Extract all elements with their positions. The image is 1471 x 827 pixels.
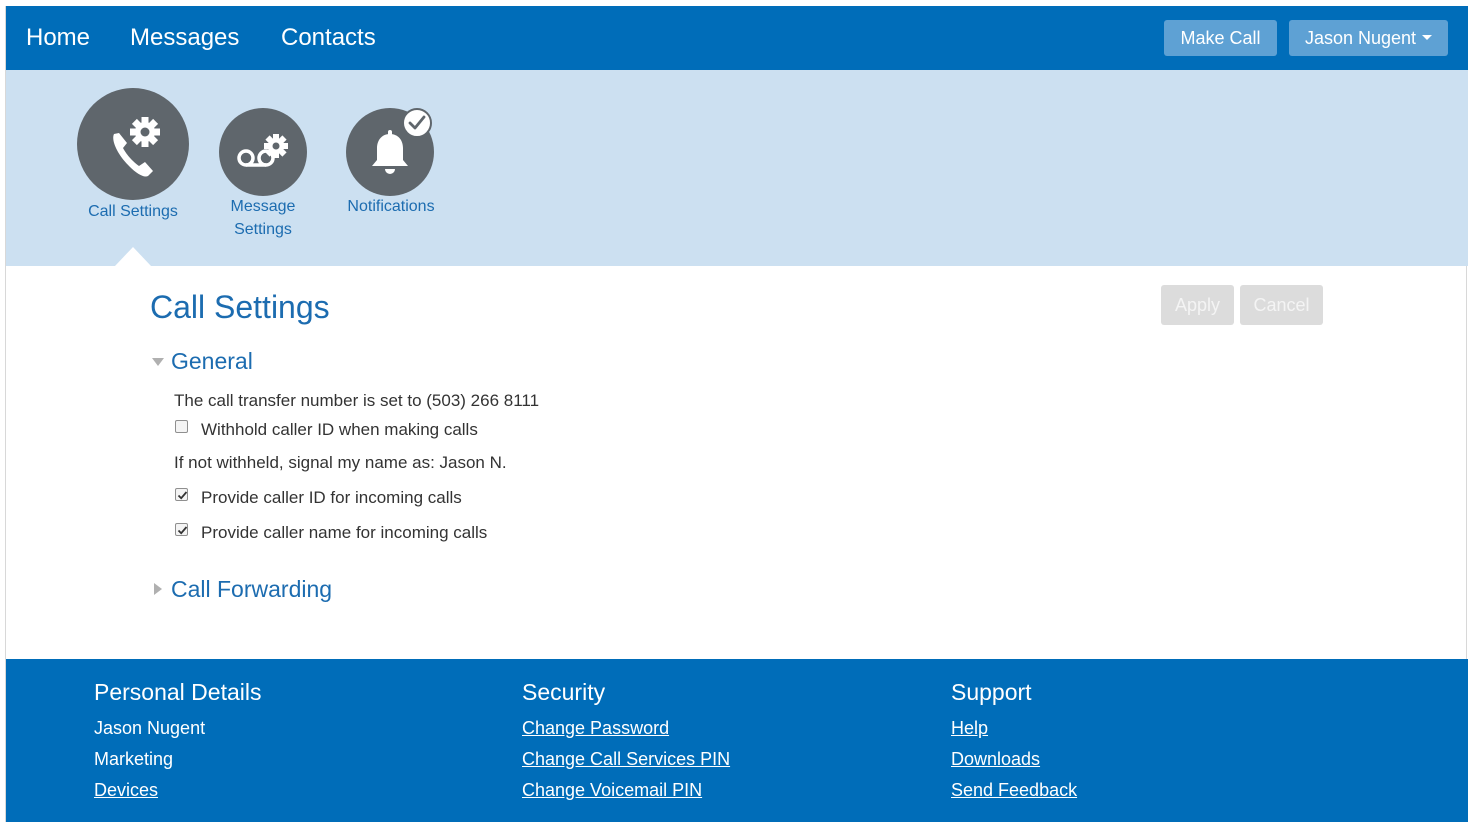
provide-caller-name-label: Provide caller name for incoming calls [201,523,488,542]
footer-send-feedback-link[interactable]: Send Feedback [951,780,1077,801]
signal-name-text: If not withheld, signal my name as: Jaso… [174,453,507,472]
call-settings-label[interactable]: Call Settings [82,200,184,223]
make-call-button[interactable]: Make Call [1164,20,1277,56]
message-settings-label-line2: Settings [234,221,292,238]
footer-department: Marketing [94,749,174,769]
make-call-label: Make Call [1180,28,1261,48]
user-menu-label: Jason Nugent [1304,28,1417,48]
footer-change-voicemail-pin-link[interactable]: Change Voicemail PIN [522,780,702,801]
checkmark-icon [177,526,188,535]
nav-home[interactable]: Home [26,24,90,52]
footer-downloads-link[interactable]: Downloads [951,749,1040,770]
nav-contacts[interactable]: Contacts [281,24,376,52]
footer: Personal Details Jason Nugent Marketing … [6,659,1468,822]
phone-gear-icon [113,117,160,177]
message-settings-tile[interactable] [219,108,307,196]
footer-support-heading: Support [951,679,1032,705]
transfer-number-text: The call transfer number is set to (503)… [174,391,540,410]
call-settings-tile[interactable] [77,88,189,200]
checkmark-icon [408,115,426,130]
footer-change-password-link[interactable]: Change Password [522,718,669,739]
page-title: Call Settings [150,289,330,325]
nav-messages[interactable]: Messages [130,24,239,52]
footer-security-heading: Security [522,679,606,705]
footer-devices-link[interactable]: Devices [94,780,158,801]
cancel-button[interactable]: Cancel [1240,285,1323,325]
call-forwarding-section-header[interactable]: Call Forwarding [171,576,332,603]
message-settings-label[interactable]: Message Settings [213,195,313,241]
footer-user-name: Jason Nugent [94,718,206,738]
apply-button[interactable]: Apply [1161,285,1234,325]
notifications-label[interactable]: Notifications [340,195,442,218]
voicemail-gear-icon [237,134,288,167]
general-section-header[interactable]: General [171,348,253,375]
collapsed-caret-icon[interactable] [154,583,162,595]
user-menu-button[interactable]: Jason Nugent [1289,20,1448,56]
caret-down-icon [1422,35,1433,41]
message-settings-label-line1: Message [230,198,296,215]
withhold-caller-id-label: Withhold caller ID when making calls [201,420,478,439]
footer-change-call-pin-link[interactable]: Change Call Services PIN [522,749,730,770]
notifications-badge [402,108,432,138]
settings-category-bar: Call Settings Message Settings Notificat… [6,70,1468,266]
withhold-caller-id-checkbox[interactable] [175,420,188,433]
app-frame: Home Messages Contacts Make Call Jason N… [5,6,1468,822]
provide-caller-id-label: Provide caller ID for incoming calls [201,488,462,507]
top-nav: Home Messages Contacts Make Call Jason N… [6,6,1468,70]
footer-help-link[interactable]: Help [951,718,988,739]
expanded-caret-icon[interactable] [152,358,164,366]
provide-caller-id-checkbox[interactable] [175,488,188,501]
active-category-pointer [115,247,151,266]
checkmark-icon [177,491,188,500]
footer-personal-heading: Personal Details [94,679,262,705]
provide-caller-name-checkbox[interactable] [175,523,188,536]
